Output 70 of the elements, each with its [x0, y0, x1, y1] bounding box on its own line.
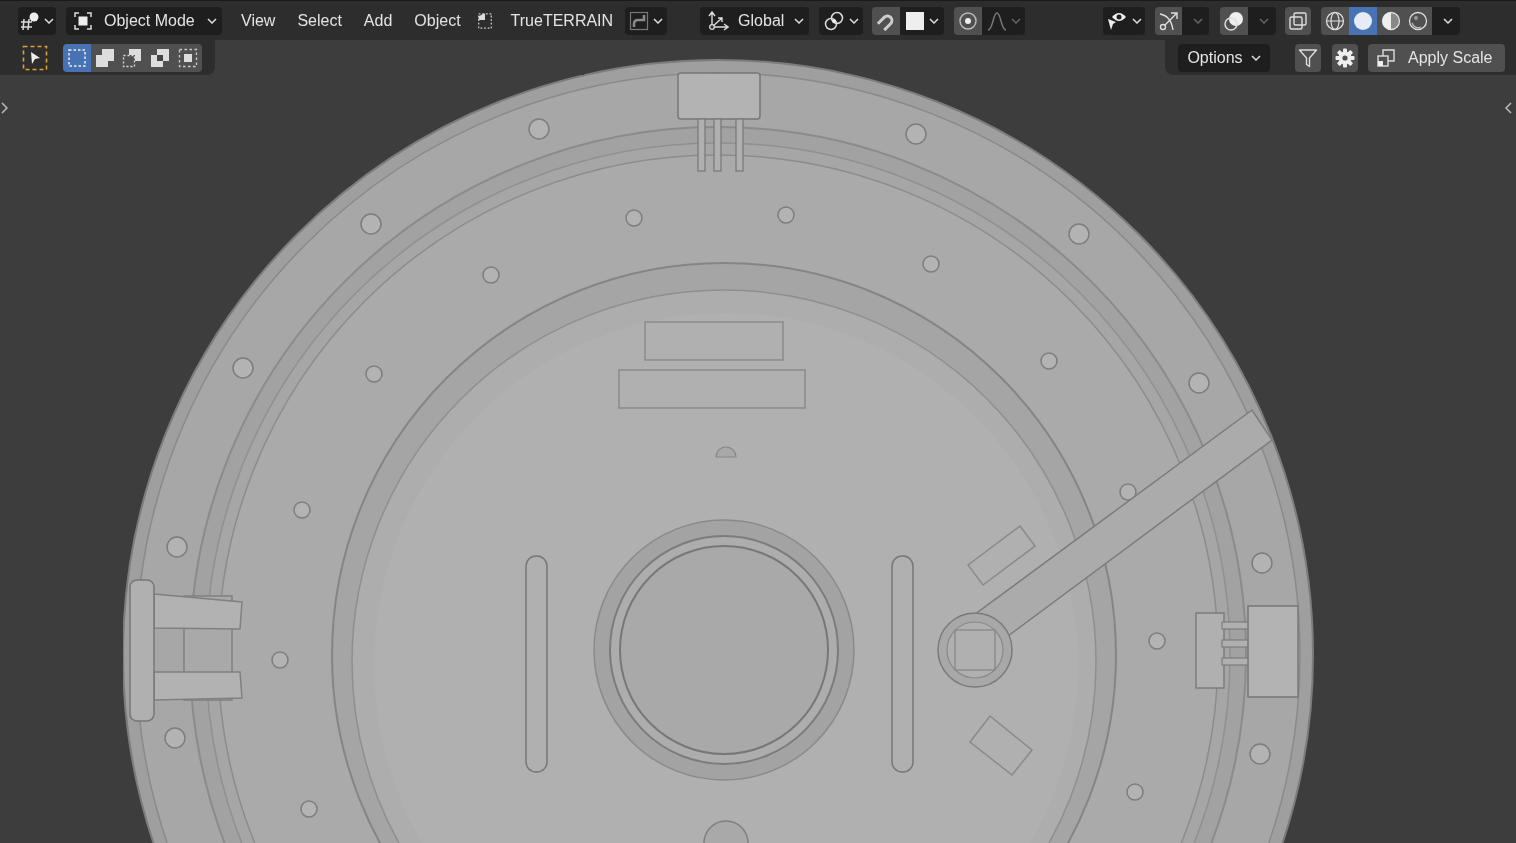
options-dropdown[interactable]: Options	[1178, 43, 1270, 72]
snap-toggle[interactable]	[872, 6, 901, 35]
caret-icon	[1259, 17, 1270, 24]
settings-button[interactable]	[1332, 43, 1358, 72]
dot-circle-icon	[958, 10, 979, 31]
dashed-square-icon	[178, 47, 199, 68]
axes-icon	[707, 9, 730, 32]
menu-item[interactable]: Select	[289, 6, 350, 35]
caret-icon	[1250, 54, 1261, 61]
menu-item[interactable]: Object	[406, 6, 469, 35]
overlay-toggle[interactable]	[1220, 6, 1249, 35]
shading-mode-button[interactable]	[1404, 6, 1433, 35]
gizmo-toggle[interactable]	[1155, 6, 1183, 35]
caret-icon	[44, 17, 54, 24]
caret-icon	[1443, 17, 1454, 24]
visibility-dropdown[interactable]	[1103, 6, 1146, 35]
dashed-square-icon	[475, 10, 494, 31]
caret-icon	[1010, 17, 1021, 24]
overlapping-circles-icon	[1223, 9, 1246, 32]
chevron-left-icon[interactable]	[1505, 102, 1512, 114]
mode-dropdown[interactable]: Object Mode	[66, 6, 222, 35]
wireframe-sphere-icon	[1325, 10, 1345, 31]
select-mode-button[interactable]	[90, 43, 119, 72]
select-box-tool[interactable]	[20, 42, 50, 73]
rendered-sphere-icon	[1408, 10, 1429, 31]
overlapping-squares-icon	[1376, 47, 1396, 68]
shading-mode-button[interactable]	[1376, 6, 1405, 35]
filter-icon	[1298, 47, 1318, 68]
x-ray-toggle[interactable]	[1285, 6, 1312, 35]
linked-circles-icon	[823, 9, 846, 32]
dashed-square-icon	[66, 47, 87, 68]
select-mode-button[interactable]	[174, 43, 202, 72]
curve-step-icon	[629, 10, 650, 31]
caret-icon	[794, 17, 805, 24]
grid-sphere-icon	[20, 10, 40, 31]
overlapping-squares-icon	[150, 47, 171, 68]
dashed-square-icon	[122, 47, 143, 68]
curve-dropdown[interactable]	[625, 6, 668, 35]
shading-dropdown[interactable]	[1432, 6, 1461, 35]
falloff-dropdown[interactable]	[982, 6, 1026, 35]
caret-icon	[849, 17, 860, 24]
shading-mode-button[interactable]	[1348, 6, 1377, 35]
proportional-edit-toggle[interactable]	[954, 6, 983, 35]
snap-target-dropdown[interactable]	[900, 6, 945, 35]
select-mode-button[interactable]	[63, 43, 91, 72]
square-icon	[905, 10, 926, 31]
dashed-cursor-icon	[22, 44, 48, 71]
filter-button[interactable]	[1295, 43, 1321, 72]
caret-icon	[207, 17, 217, 24]
caret-icon	[1192, 17, 1203, 24]
pivot-dropdown[interactable]	[819, 6, 864, 35]
orientation-dropdown[interactable]: Global	[700, 6, 810, 35]
curve-arrow-icon	[1157, 9, 1180, 32]
gear-icon	[1335, 47, 1355, 68]
shading-mode-button[interactable]	[1321, 6, 1349, 35]
editor-type-button[interactable]	[18, 6, 56, 35]
menu-item[interactable]: View	[233, 6, 284, 35]
chevron-right-icon[interactable]	[1, 102, 8, 114]
bracketed-square-icon	[73, 10, 93, 31]
menu-item[interactable]: Add	[355, 6, 401, 35]
addon-menu[interactable]: TrueTERRAIN	[470, 6, 620, 35]
solid-sphere-icon	[1352, 10, 1373, 31]
caret-icon	[653, 17, 664, 24]
caret-icon	[1132, 17, 1143, 24]
overlapping-squares-icon	[1288, 10, 1309, 31]
apply-scale-button[interactable]: Apply Scale	[1368, 43, 1505, 72]
overlapping-squares-icon	[94, 47, 115, 68]
half-shaded-sphere-icon	[1380, 10, 1401, 31]
bell-curve-icon	[986, 10, 1007, 31]
caret-icon	[929, 17, 940, 24]
